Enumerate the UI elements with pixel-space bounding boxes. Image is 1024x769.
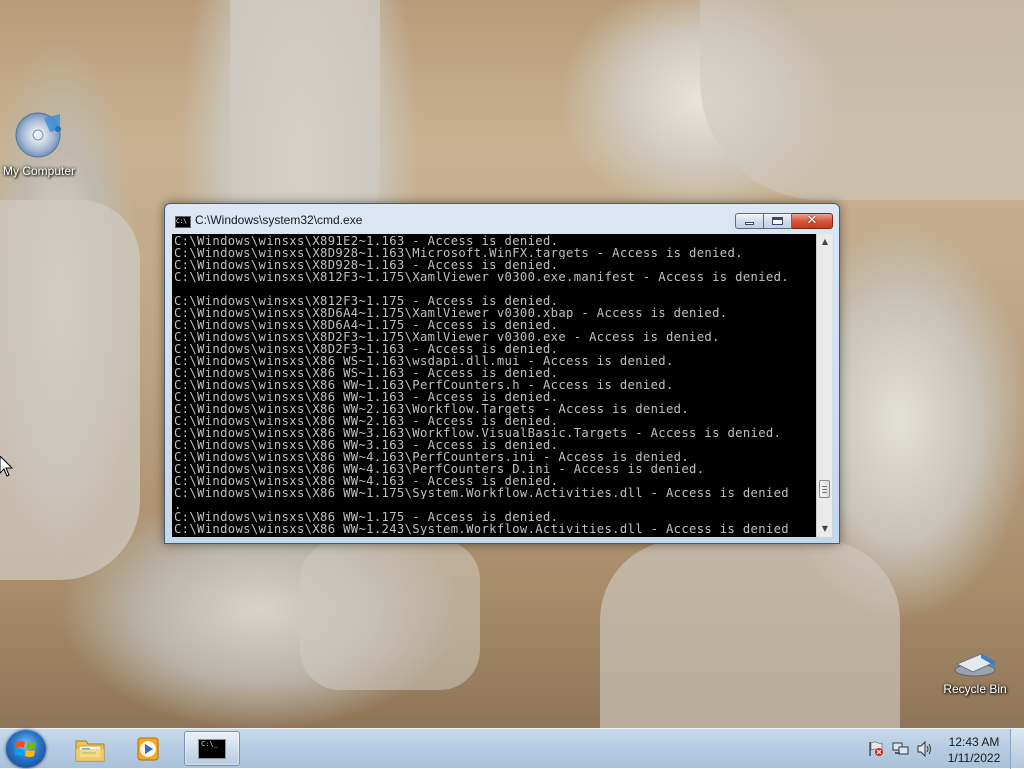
console-line: C:\Windows\winsxs\X86_WW~1.163\PerfCount…: [174, 379, 674, 391]
scrollbar-thumb[interactable]: [819, 480, 830, 498]
network-icon[interactable]: [892, 741, 910, 757]
console-line: C:\Windows\winsxs\X86_WW~1.175 - Access …: [174, 511, 559, 523]
media-player-icon: [137, 737, 159, 761]
folder-icon: [75, 740, 105, 762]
taskbar: C:\_ 12:43 AM 1/11/2022: [0, 728, 1024, 769]
show-desktop-button[interactable]: [1010, 729, 1024, 769]
console-line: C:\Windows\winsxs\X8D928~1.163 - Access …: [174, 259, 559, 271]
clock-time: 12:43 AM: [948, 735, 1000, 749]
console-lines: C:\Windows\winsxs\X891E2~1.163 - Access …: [174, 235, 816, 535]
desktop-icon-my-computer[interactable]: My Computer: [0, 110, 84, 178]
console-line: C:\Windows\winsxs\X8D2F3~1.163 - Access …: [174, 343, 559, 355]
system-clock[interactable]: 12:43 AM 1/11/2022: [944, 734, 1004, 766]
console-line: C:\Windows\winsxs\X86_WW~4.163\PerfCount…: [174, 463, 705, 475]
console-line: C:\Windows\winsxs\X8D928~1.163\Microsoft…: [174, 247, 743, 259]
close-icon: ✕: [806, 213, 818, 228]
cmd-window[interactable]: C:\ C:\Windows\system32\cmd.exe ✕ C:\Win…: [164, 203, 840, 544]
console-line: C:\Windows\winsxs\X86_WW~4.163\PerfCount…: [174, 451, 690, 463]
vertical-scrollbar[interactable]: ▲ ▼: [816, 234, 832, 537]
console-line: C:\Windows\winsxs\X86_WW~2.163\Workflow.…: [174, 403, 690, 415]
console-line: C:\Windows\winsxs\X812F3~1.175 - Access …: [174, 295, 559, 307]
console-line: C:\Windows\winsxs\X86_WW~1.243\System.Wo…: [174, 523, 789, 535]
console-line: C:\Windows\winsxs\X86_WS~1.163 - Access …: [174, 367, 559, 379]
console-line: C:\Windows\winsxs\X86_WW~4.163 - Access …: [174, 475, 559, 487]
wallpaper-shape: [600, 540, 900, 728]
close-button[interactable]: ✕: [792, 213, 833, 229]
taskbar-button-windows-media-player[interactable]: [121, 731, 177, 766]
console-line: C:\Windows\winsxs\X86_WW~3.163 - Access …: [174, 439, 559, 451]
maximize-icon: [772, 217, 783, 225]
wallpaper-shape: [700, 0, 1024, 200]
mouse-cursor-icon: [0, 456, 14, 477]
volume-icon[interactable]: [916, 741, 934, 757]
maximize-button[interactable]: [764, 213, 792, 229]
desktop-icon-label: Recycle Bin: [943, 682, 1007, 696]
console-line: .: [174, 499, 182, 511]
wallpaper-shape: [0, 200, 140, 580]
system-tray: 12:43 AM 1/11/2022: [862, 729, 1024, 769]
desktop-background: My Computer Recycle Bin C:\ C:\Windows\s…: [0, 0, 1024, 728]
action-center-flag-icon[interactable]: [868, 741, 884, 757]
console-line: C:\Windows\winsxs\X86_WW~1.175\System.Wo…: [174, 487, 789, 499]
desktop-icon-label: My Computer: [2, 164, 76, 178]
cmd-icon: C:\_: [198, 739, 226, 759]
desktop-icon-recycle-bin[interactable]: Recycle Bin: [930, 650, 1020, 696]
scroll-down-arrow-icon[interactable]: ▼: [817, 521, 832, 537]
console-line: C:\Windows\winsxs\X812F3~1.175\XamlViewe…: [174, 271, 789, 283]
taskbar-button-command-prompt[interactable]: C:\_: [184, 731, 240, 766]
console-line: C:\Windows\winsxs\X86_WS~1.163\wsdapi.dl…: [174, 355, 674, 367]
console-line: C:\Windows\winsxs\X891E2~1.163 - Access …: [174, 235, 559, 247]
cmd-icon: C:\: [175, 216, 191, 228]
minimize-button[interactable]: [735, 213, 764, 229]
wallpaper-shape: [300, 540, 480, 690]
console-line: C:\Windows\winsxs\X86_WW~1.163 - Access …: [174, 391, 559, 403]
disc-drive-icon: [15, 112, 61, 158]
console-line: C:\Windows\winsxs\X8D6A4~1.175 - Access …: [174, 319, 559, 331]
clock-date: 1/11/2022: [947, 751, 1001, 765]
scroll-up-arrow-icon[interactable]: ▲: [817, 234, 832, 250]
windows-logo-icon: [15, 741, 36, 757]
cmd-titlebar[interactable]: C:\ C:\Windows\system32\cmd.exe ✕: [165, 204, 839, 234]
console-output[interactable]: C:\Windows\winsxs\X891E2~1.163 - Access …: [172, 234, 832, 537]
console-line: C:\Windows\winsxs\X86_WW~2.163 - Access …: [174, 415, 559, 427]
console-line: C:\Windows\winsxs\X8D2F3~1.175\XamlViewe…: [174, 331, 720, 343]
window-title: C:\Windows\system32\cmd.exe: [195, 213, 363, 227]
taskbar-button-windows-explorer[interactable]: [61, 731, 117, 766]
start-button[interactable]: [6, 730, 46, 768]
console-line: C:\Windows\winsxs\X8D6A4~1.175\XamlViewe…: [174, 307, 728, 319]
console-line: C:\Windows\winsxs\X86_WW~3.163\Workflow.…: [174, 427, 782, 439]
minimize-icon: [745, 222, 754, 225]
recycle-bin-icon: [954, 653, 997, 677]
